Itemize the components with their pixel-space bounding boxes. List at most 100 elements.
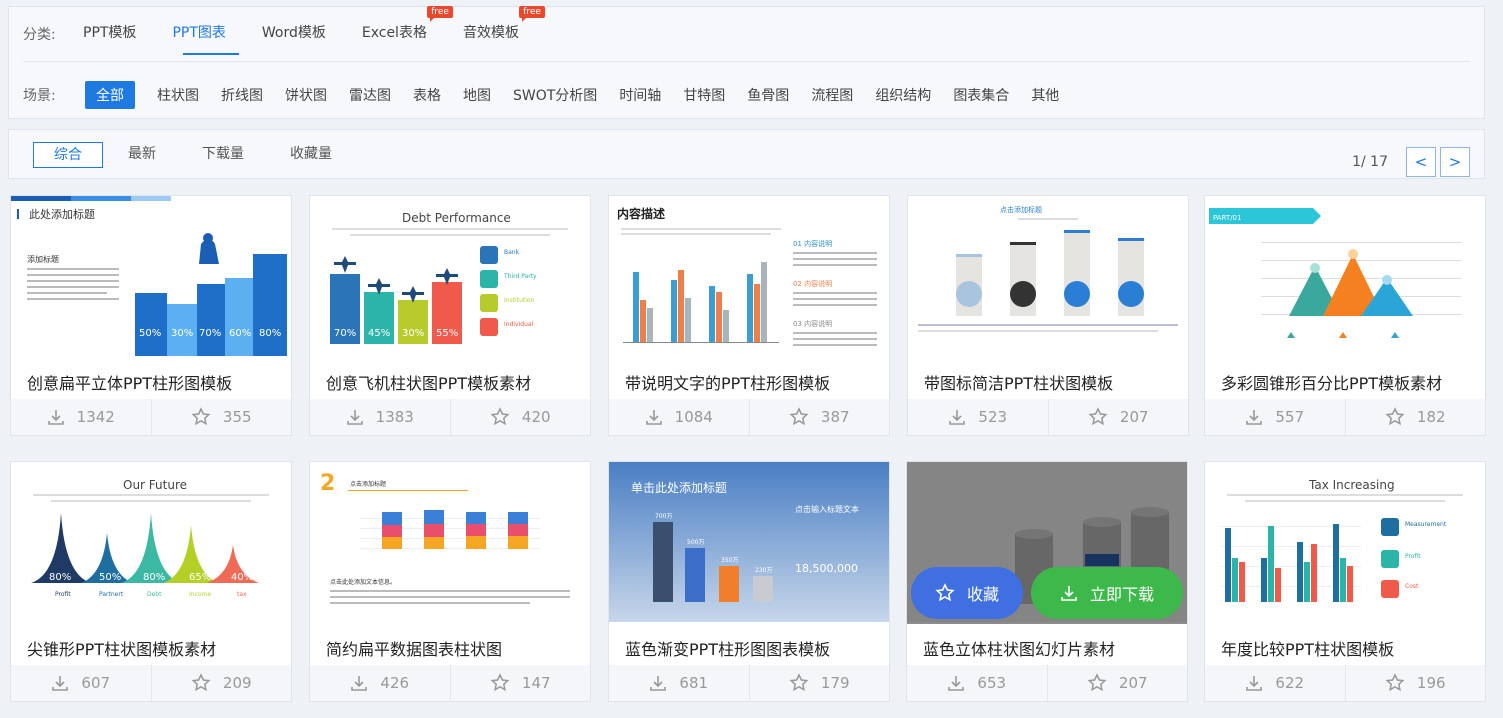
download-count[interactable]: 557 (1205, 399, 1346, 435)
sort-downloads[interactable]: 下载量 (193, 142, 253, 168)
free-badge: free (427, 6, 453, 22)
svg-text:55%: 55% (436, 328, 458, 339)
template-thumbnail[interactable]: 2 点击添加标题 点击此处添加文本信息。 (310, 462, 590, 622)
pager: 1/ 17 < > (1352, 147, 1470, 177)
template-title[interactable]: 多彩圆锥形百分比PPT模板素材 (1221, 370, 1442, 394)
favorite-count[interactable]: 209 (152, 665, 292, 701)
svg-text:70%: 70% (334, 328, 356, 339)
prev-page-button[interactable]: < (1406, 147, 1436, 177)
favorite-count[interactable]: 355 (152, 399, 292, 435)
template-thumbnail[interactable]: 此处添加标题 添加标题 50% 30% 70% 60% 80% (11, 196, 291, 356)
template-title[interactable]: 带说明文字的PPT柱形图模板 (625, 370, 830, 394)
template-thumbnail[interactable]: Tax Increasing Measurement Profit Cost (1205, 462, 1485, 622)
favorite-count[interactable]: 387 (750, 399, 890, 435)
template-title[interactable]: 创意扁平立体PPT柱形图模板 (27, 370, 232, 394)
template-title[interactable]: 蓝色立体柱状图幻灯片素材 (923, 636, 1115, 660)
template-thumbnail[interactable]: 单击此处添加标题 700万 500万 350万 230万 点击输入标题文本 18… (609, 462, 889, 622)
download-count[interactable]: 653 (907, 665, 1048, 701)
download-count[interactable]: 1383 (310, 399, 451, 435)
favorite-count[interactable]: 147 (451, 665, 591, 701)
sort-latest[interactable]: 最新 (119, 142, 165, 168)
category-word-template[interactable]: Word模板 (262, 22, 326, 46)
star-icon (1088, 407, 1108, 426)
sort-comprehensive[interactable]: 综合 (33, 142, 103, 168)
download-count[interactable]: 607 (11, 665, 152, 701)
template-card[interactable]: Tax Increasing Measurement Profit Cost 年… (1204, 461, 1486, 702)
svg-text:Debt Performance: Debt Performance (402, 211, 511, 225)
template-card[interactable]: PART/01 多彩圆锥形百分比PPT模板素材 557 182 (1204, 195, 1486, 436)
template-title[interactable]: 创意飞机柱状图PPT模板素材 (326, 370, 531, 394)
download-count[interactable]: 681 (609, 665, 750, 701)
download-count[interactable]: 426 (310, 665, 451, 701)
template-card[interactable]: 点击添加标题 带图标简洁PPT柱状图模板 523 207 (907, 195, 1189, 436)
svg-text:内容描述: 内容描述 (617, 206, 665, 221)
favorite-count[interactable]: 207 (1048, 665, 1188, 701)
template-title[interactable]: 带图标简洁PPT柱状图模板 (924, 370, 1113, 394)
scene-radar[interactable]: 雷达图 (349, 83, 391, 107)
template-thumbnail[interactable]: Our Future 80% 50% 80% 65% 40% Profit Pa… (11, 462, 291, 622)
template-card[interactable]: 单击此处添加标题 700万 500万 350万 230万 点击输入标题文本 18… (608, 461, 890, 702)
template-card[interactable]: 2 点击添加标题 点击此处添加文本信息。 简约扁平数据图表柱状图 426 147 (309, 461, 591, 702)
template-thumbnail[interactable]: PART/01 (1205, 196, 1485, 356)
sort-favorites[interactable]: 收藏量 (281, 142, 341, 168)
scene-all[interactable]: 全部 (85, 81, 135, 109)
favorite-count[interactable]: 182 (1346, 399, 1486, 435)
template-thumbnail[interactable]: 内容描述 01 内容说明 02 内容说明 03 内容说明 (609, 196, 889, 356)
template-title[interactable]: 蓝色渐变PPT柱形图图表模板 (625, 636, 830, 660)
favorite-count[interactable]: 179 (750, 665, 890, 701)
svg-text:40%: 40% (231, 572, 253, 583)
download-icon (650, 676, 667, 691)
scene-timeline[interactable]: 时间轴 (619, 83, 661, 107)
card-stats: 622 196 (1205, 665, 1485, 701)
favorite-button[interactable]: 收藏 (911, 567, 1023, 619)
template-card[interactable]: Our Future 80% 50% 80% 65% 40% Profit Pa… (10, 461, 292, 702)
category-ppt-chart[interactable]: PPT图表 (172, 22, 225, 46)
svg-text:PART/01: PART/01 (1213, 214, 1241, 222)
category-row: 分类: PPT模板 PPT图表 Word模板 Excel表格 free 音效模板 f… (23, 6, 555, 46)
download-count[interactable]: 1342 (11, 399, 152, 435)
scene-table[interactable]: 表格 (413, 83, 441, 107)
template-title[interactable]: 年度比较PPT柱状图模板 (1221, 636, 1394, 660)
download-icon (351, 676, 368, 691)
scene-bar[interactable]: 柱状图 (157, 83, 199, 107)
scene-pie[interactable]: 饼状图 (285, 83, 327, 107)
svg-text:Income: Income (189, 591, 211, 598)
scene-swot[interactable]: SWOT分析图 (513, 83, 597, 107)
scene-org[interactable]: 组织结构 (875, 83, 931, 107)
category-ppt-template[interactable]: PPT模板 (83, 22, 136, 46)
template-thumbnail[interactable]: 点击添加标题 (908, 196, 1188, 356)
free-badge: free (519, 6, 545, 22)
svg-text:Partnert: Partnert (99, 591, 124, 598)
card-stats: 1342 355 (11, 399, 291, 435)
template-card[interactable]: 此处添加标题 添加标题 50% 30% 70% 60% 80% 创意扁平立体PP… (10, 195, 292, 436)
favorite-count[interactable]: 420 (451, 399, 591, 435)
template-card[interactable]: 内容描述 01 内容说明 02 内容说明 03 内容说明 带说明文字的PPT柱形… (608, 195, 890, 436)
scene-map[interactable]: 地图 (463, 83, 491, 107)
category-excel[interactable]: Excel表格 free (362, 6, 453, 46)
download-count[interactable]: 1084 (609, 399, 750, 435)
favorite-count[interactable]: 196 (1346, 665, 1486, 701)
template-title[interactable]: 简约扁平数据图表柱状图 (326, 636, 502, 660)
template-card[interactable]: 收藏 立即下载 蓝色立体柱状图幻灯片素材 653 207 (906, 461, 1188, 702)
scene-gantt[interactable]: 甘特图 (683, 83, 725, 107)
card-stats: 653 207 (907, 665, 1187, 701)
scene-flow[interactable]: 流程图 (811, 83, 853, 107)
category-sound[interactable]: 音效模板 free (463, 6, 545, 46)
template-card[interactable]: Debt Performance 70% 45% 30% 55% Bank Th… (309, 195, 591, 436)
download-count[interactable]: 523 (908, 399, 1049, 435)
star-icon (789, 673, 809, 692)
svg-text:03 内容说明: 03 内容说明 (793, 319, 832, 328)
download-count[interactable]: 622 (1205, 665, 1346, 701)
favorite-count[interactable]: 207 (1049, 399, 1189, 435)
divider (23, 61, 1470, 62)
next-page-button[interactable]: > (1440, 147, 1470, 177)
hover-overlay: 收藏 立即下载 (907, 462, 1187, 624)
scene-fishbone[interactable]: 鱼骨图 (747, 83, 789, 107)
download-button[interactable]: 立即下载 (1031, 567, 1183, 619)
scene-other[interactable]: 其他 (1031, 83, 1059, 107)
scene-collection[interactable]: 图表集合 (953, 83, 1009, 107)
scene-line[interactable]: 折线图 (221, 83, 263, 107)
svg-text:80%: 80% (259, 328, 281, 339)
template-title[interactable]: 尖锥形PPT柱状图模板素材 (27, 636, 216, 660)
template-thumbnail[interactable]: Debt Performance 70% 45% 30% 55% Bank Th… (310, 196, 590, 356)
